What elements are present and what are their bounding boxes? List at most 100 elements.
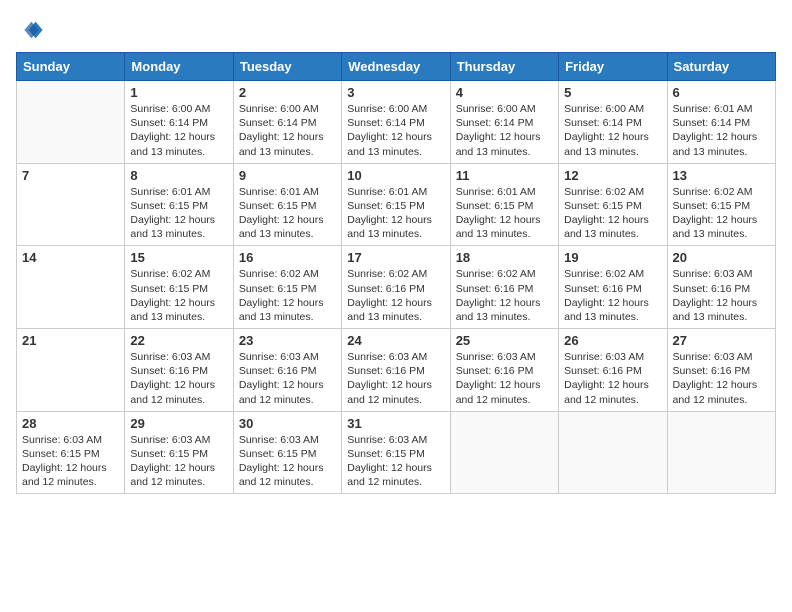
day-number: 24	[347, 333, 444, 348]
logo	[16, 16, 48, 44]
day-number: 28	[22, 416, 119, 431]
day-info: Sunrise: 6:01 AMSunset: 6:15 PMDaylight:…	[239, 185, 336, 242]
day-info: Sunrise: 6:01 AMSunset: 6:15 PMDaylight:…	[347, 185, 444, 242]
day-number: 2	[239, 85, 336, 100]
day-number: 31	[347, 416, 444, 431]
calendar-cell: 25 Sunrise: 6:03 AMSunset: 6:16 PMDayligh…	[450, 329, 558, 412]
day-info: Sunrise: 6:03 AMSunset: 6:16 PMDaylight:…	[239, 350, 336, 407]
day-info: Sunrise: 6:00 AMSunset: 6:14 PMDaylight:…	[564, 102, 661, 159]
calendar-cell: 30 Sunrise: 6:03 AMSunset: 6:15 PMDayligh…	[233, 411, 341, 494]
calendar-cell: 29 Sunrise: 6:03 AMSunset: 6:15 PMDayligh…	[125, 411, 233, 494]
calendar-cell: 4 Sunrise: 6:00 AMSunset: 6:14 PMDaylight…	[450, 81, 558, 164]
day-number: 21	[22, 333, 119, 348]
weekday-header-monday: Monday	[125, 53, 233, 81]
calendar-cell: 27Sunrise: 6:03 AMSunset: 6:16 PMDayligh…	[667, 329, 775, 412]
day-number: 1	[130, 85, 227, 100]
day-number: 16	[239, 250, 336, 265]
weekday-header-saturday: Saturday	[667, 53, 775, 81]
day-number: 11	[456, 168, 553, 183]
calendar-table: SundayMondayTuesdayWednesdayThursdayFrid…	[16, 52, 776, 494]
calendar-cell: 20 Sunrise: 6:03 AMSunset: 6:16 PMDayligh…	[667, 246, 775, 329]
calendar-cell: 5 Sunrise: 6:00 AMSunset: 6:14 PMDaylight…	[559, 81, 667, 164]
day-number: 6	[673, 85, 770, 100]
calendar-cell: 16 Sunrise: 6:02 AMSunset: 6:15 PMDayligh…	[233, 246, 341, 329]
calendar-cell	[450, 411, 558, 494]
weekday-header-sunday: Sunday	[17, 53, 125, 81]
day-number: 7	[22, 168, 119, 183]
day-number: 20	[673, 250, 770, 265]
day-number: 3	[347, 85, 444, 100]
day-info: Sunrise: 6:02 AMSunset: 6:15 PMDaylight:…	[239, 267, 336, 324]
calendar-cell: 13 Sunrise: 6:02 AMSunset: 6:15 PMDayligh…	[667, 163, 775, 246]
day-info: Sunrise: 6:03 AMSunset: 6:15 PMDaylight:…	[239, 433, 336, 490]
calendar-cell	[559, 411, 667, 494]
calendar-cell: 14	[17, 246, 125, 329]
day-number: 30	[239, 416, 336, 431]
calendar-cell: 24 Sunrise: 6:03 AMSunset: 6:16 PMDayligh…	[342, 329, 450, 412]
calendar-cell: 2 Sunrise: 6:00 AMSunset: 6:14 PMDaylight…	[233, 81, 341, 164]
day-info: Sunrise: 6:02 AMSunset: 6:16 PMDaylight:…	[347, 267, 444, 324]
day-info: Sunrise: 6:03 AMSunset: 6:16 PMDaylight:…	[673, 267, 770, 324]
day-info: Sunrise: 6:03 AMSunset: 6:15 PMDaylight:…	[130, 433, 227, 490]
day-number: 17	[347, 250, 444, 265]
day-info: Sunrise: 6:00 AMSunset: 6:14 PMDaylight:…	[239, 102, 336, 159]
calendar-cell: 19 Sunrise: 6:02 AMSunset: 6:16 PMDayligh…	[559, 246, 667, 329]
weekday-header-wednesday: Wednesday	[342, 53, 450, 81]
calendar-cell: 11 Sunrise: 6:01 AMSunset: 6:15 PMDayligh…	[450, 163, 558, 246]
day-number: 29	[130, 416, 227, 431]
calendar-cell: 18Sunrise: 6:02 AMSunset: 6:16 PMDayligh…	[450, 246, 558, 329]
calendar-cell: 7	[17, 163, 125, 246]
day-info: Sunrise: 6:01 AMSunset: 6:15 PMDaylight:…	[456, 185, 553, 242]
day-info: Sunrise: 6:00 AMSunset: 6:14 PMDaylight:…	[347, 102, 444, 159]
calendar-cell: 31 Sunrise: 6:03 AMSunset: 6:15 PMDayligh…	[342, 411, 450, 494]
day-info: Sunrise: 6:02 AMSunset: 6:15 PMDaylight:…	[130, 267, 227, 324]
weekday-header-thursday: Thursday	[450, 53, 558, 81]
day-number: 27	[673, 333, 770, 348]
calendar-week-row: 21 22 Sunrise: 6:03 AMSunset: 6:16 PMDayli…	[17, 329, 776, 412]
day-number: 13	[673, 168, 770, 183]
day-number: 25	[456, 333, 553, 348]
day-info: Sunrise: 6:01 AMSunset: 6:14 PMDaylight:…	[673, 102, 770, 159]
day-info: Sunrise: 6:00 AMSunset: 6:14 PMDaylight:…	[130, 102, 227, 159]
day-number: 26	[564, 333, 661, 348]
calendar-cell: 21	[17, 329, 125, 412]
calendar-week-row: 7 8Sunrise: 6:01 AMSunset: 6:15 PMDayligh…	[17, 163, 776, 246]
logo-icon	[16, 16, 44, 44]
weekday-header-row: SundayMondayTuesdayWednesdayThursdayFrid…	[17, 53, 776, 81]
day-info: Sunrise: 6:02 AMSunset: 6:15 PMDaylight:…	[564, 185, 661, 242]
calendar-cell: 15 Sunrise: 6:02 AMSunset: 6:15 PMDayligh…	[125, 246, 233, 329]
day-number: 15	[130, 250, 227, 265]
day-number: 9	[239, 168, 336, 183]
calendar-week-row: 28 Sunrise: 6:03 AMSunset: 6:15 PMDayligh…	[17, 411, 776, 494]
day-info: Sunrise: 6:01 AMSunset: 6:15 PMDaylight:…	[130, 185, 227, 242]
calendar-cell: 8Sunrise: 6:01 AMSunset: 6:15 PMDaylight…	[125, 163, 233, 246]
weekday-header-friday: Friday	[559, 53, 667, 81]
day-number: 19	[564, 250, 661, 265]
calendar-cell: 9 Sunrise: 6:01 AMSunset: 6:15 PMDaylight…	[233, 163, 341, 246]
day-info: Sunrise: 6:03 AMSunset: 6:16 PMDaylight:…	[347, 350, 444, 407]
calendar-cell: 22 Sunrise: 6:03 AMSunset: 6:16 PMDayligh…	[125, 329, 233, 412]
calendar-cell: 1 Sunrise: 6:00 AMSunset: 6:14 PMDaylight…	[125, 81, 233, 164]
day-info: Sunrise: 6:03 AMSunset: 6:16 PMDaylight:…	[564, 350, 661, 407]
page-header	[16, 16, 776, 44]
day-info: Sunrise: 6:02 AMSunset: 6:15 PMDaylight:…	[673, 185, 770, 242]
calendar-cell: 10Sunrise: 6:01 AMSunset: 6:15 PMDayligh…	[342, 163, 450, 246]
calendar-cell: 17 Sunrise: 6:02 AMSunset: 6:16 PMDayligh…	[342, 246, 450, 329]
calendar-cell	[667, 411, 775, 494]
day-number: 23	[239, 333, 336, 348]
day-info: Sunrise: 6:03 AMSunset: 6:16 PMDaylight:…	[130, 350, 227, 407]
day-info: Sunrise: 6:00 AMSunset: 6:14 PMDaylight:…	[456, 102, 553, 159]
day-number: 22	[130, 333, 227, 348]
calendar-week-row: 1 Sunrise: 6:00 AMSunset: 6:14 PMDaylight…	[17, 81, 776, 164]
day-info: Sunrise: 6:03 AMSunset: 6:16 PMDaylight:…	[456, 350, 553, 407]
calendar-cell: 3 Sunrise: 6:00 AMSunset: 6:14 PMDaylight…	[342, 81, 450, 164]
calendar-cell: 12 Sunrise: 6:02 AMSunset: 6:15 PMDayligh…	[559, 163, 667, 246]
day-number: 12	[564, 168, 661, 183]
day-info: Sunrise: 6:03 AMSunset: 6:15 PMDaylight:…	[347, 433, 444, 490]
day-info: Sunrise: 6:02 AMSunset: 6:16 PMDaylight:…	[564, 267, 661, 324]
calendar-cell: 23 Sunrise: 6:03 AMSunset: 6:16 PMDayligh…	[233, 329, 341, 412]
day-number: 14	[22, 250, 119, 265]
calendar-cell: 28Sunrise: 6:03 AMSunset: 6:15 PMDayligh…	[17, 411, 125, 494]
day-number: 4	[456, 85, 553, 100]
day-number: 5	[564, 85, 661, 100]
